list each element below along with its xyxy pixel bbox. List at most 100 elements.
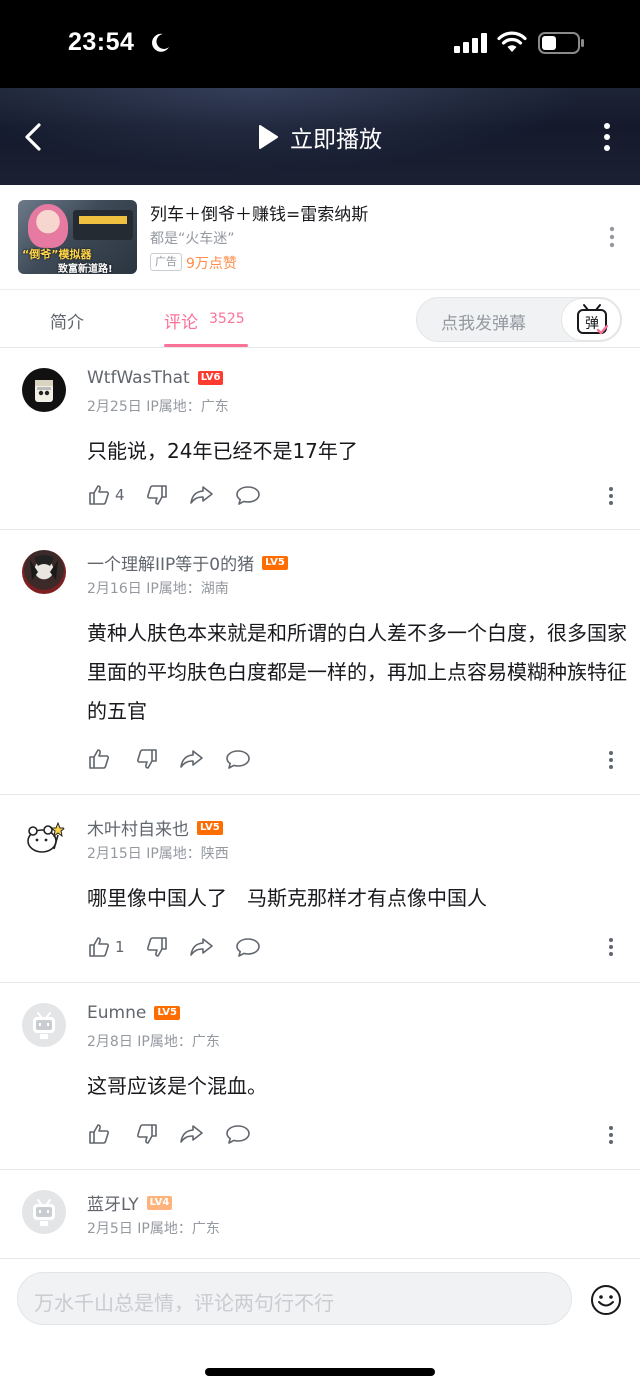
- comment-count: 3525: [209, 311, 245, 327]
- avatar[interactable]: [22, 550, 66, 594]
- comment-username[interactable]: WtfWasThat LV6: [87, 368, 224, 388]
- comment-more-icon[interactable]: [606, 937, 616, 957]
- comment-meta: 2月16日 IP属地：湖南: [87, 578, 229, 598]
- more-vertical-icon[interactable]: [597, 121, 617, 153]
- comment-meta: 2月15日 IP属地：陕西: [87, 843, 229, 863]
- comment-meta: 2月25日 IP属地：广东: [87, 396, 229, 416]
- dislike-button[interactable]: [135, 1122, 159, 1146]
- comment-actions: 1: [87, 934, 281, 960]
- reply-icon: [235, 486, 260, 505]
- ad-likes: 9万点赞: [186, 256, 237, 272]
- video-player-header[interactable]: 立即播放: [0, 88, 640, 185]
- comment-ip: IP属地：湖南: [146, 581, 229, 597]
- thumbs-down-icon: [146, 485, 167, 505]
- share-button[interactable]: [189, 935, 215, 959]
- reply-button[interactable]: [235, 483, 261, 507]
- avatar[interactable]: [22, 815, 66, 859]
- share-button[interactable]: [189, 483, 215, 507]
- danmaku-icon: 弹: [577, 304, 609, 335]
- comment-more-icon[interactable]: [606, 486, 616, 506]
- comment-actions: [87, 746, 271, 772]
- tab-bar: 简介 评论 3525 点我发弹幕 弹: [0, 289, 640, 348]
- danmaku-input[interactable]: 点我发弹幕 弹: [416, 297, 622, 342]
- avatar[interactable]: [22, 368, 66, 412]
- battery-icon: [538, 32, 584, 54]
- ad-thumbnail[interactable]: “倒爷”模拟器 致富新道路!: [18, 200, 137, 274]
- share-button[interactable]: [179, 1122, 205, 1146]
- emoji-icon[interactable]: [589, 1283, 623, 1317]
- comment-ip: IP属地：广东: [137, 1034, 220, 1050]
- username[interactable]: WtfWasThat: [87, 368, 190, 388]
- reply-icon: [226, 750, 250, 769]
- comment-text: 只能说，24年已经不是17年了: [87, 439, 358, 463]
- username[interactable]: 一个理解IIP等于0的猪: [87, 550, 254, 575]
- like-button[interactable]: [87, 747, 115, 771]
- milk-avatar-icon: [35, 380, 53, 402]
- play-now-label: 立即播放: [290, 127, 382, 153]
- danmaku-placeholder: 点我发弹幕: [441, 314, 526, 334]
- comment-date: 2月5日: [87, 1221, 133, 1237]
- share-icon: [189, 938, 213, 956]
- ad-thumbnail-character: [28, 204, 68, 248]
- ad-more-icon[interactable]: [606, 226, 618, 248]
- comment-text: 这哥应该是个混血。: [87, 1074, 267, 1098]
- ad-badge: 广告: [150, 253, 182, 271]
- tab-intro[interactable]: 简介: [50, 308, 84, 333]
- comment-username[interactable]: Eumne LV5: [87, 1003, 181, 1023]
- level-badge: LV6: [197, 371, 224, 385]
- avatar[interactable]: [22, 1190, 66, 1234]
- ad-card[interactable]: “倒爷”模拟器 致富新道路! 列车＋倒爷＋赚钱=雷索纳斯 都是“火车迷” 广告 …: [0, 185, 640, 289]
- tab-active-indicator: [164, 344, 248, 347]
- comment-username[interactable]: 木叶村自来也 LV5: [87, 815, 223, 840]
- share-icon: [180, 750, 203, 768]
- username[interactable]: 蓝牙LY: [87, 1190, 139, 1215]
- username[interactable]: 木叶村自来也: [87, 815, 189, 840]
- comment-item: Eumne LV5 2月8日 IP属地：广东 这哥应该是个混血。: [0, 983, 640, 1170]
- play-now-button[interactable]: 立即播放: [256, 118, 382, 156]
- thumbs-up-icon: [89, 749, 109, 769]
- comment-input[interactable]: 万水千山总是情，评论两句行不行: [17, 1272, 572, 1325]
- tab-comments[interactable]: 评论: [164, 308, 198, 333]
- avatar[interactable]: [22, 1003, 66, 1047]
- dislike-button[interactable]: [145, 483, 169, 507]
- comment-more-icon[interactable]: [606, 1125, 616, 1145]
- comment-username[interactable]: 蓝牙LY LV4: [87, 1190, 173, 1215]
- thumbs-up-icon: [89, 485, 109, 505]
- share-icon: [180, 1125, 203, 1143]
- comment-date: 2月8日: [87, 1034, 133, 1050]
- reply-button[interactable]: [225, 1122, 251, 1146]
- back-arrow-icon[interactable]: [20, 120, 48, 154]
- dislike-button[interactable]: [145, 935, 169, 959]
- like-button[interactable]: 4: [87, 483, 125, 507]
- comment-username[interactable]: 一个理解IIP等于0的猪 LV5: [87, 550, 288, 575]
- reply-button[interactable]: [235, 935, 261, 959]
- default-avatar-icon: [33, 1199, 55, 1226]
- comment-date: 2月25日: [87, 399, 142, 415]
- comment-input-bar: 万水千山总是情，评论两句行不行: [0, 1258, 640, 1387]
- comment-item: 木叶村自来也 LV5 2月15日 IP属地：陕西 哪里像中国人了 马斯克那样才有…: [0, 795, 640, 983]
- reply-icon: [226, 1125, 250, 1144]
- reply-icon: [235, 938, 260, 957]
- thumbs-down-icon: [137, 749, 157, 769]
- thumbs-up-icon: [89, 1124, 109, 1144]
- play-icon: [259, 125, 278, 149]
- danmaku-toggle-button[interactable]: 弹: [561, 298, 621, 341]
- comment-meta: 2月8日 IP属地：广东: [87, 1031, 220, 1051]
- default-avatar-icon: [33, 1012, 55, 1039]
- reply-button[interactable]: [225, 747, 251, 771]
- dislike-button[interactable]: [135, 747, 159, 771]
- like-button[interactable]: [87, 1122, 115, 1146]
- status-time: 23:54: [68, 28, 135, 56]
- ad-title[interactable]: 列车＋倒爷＋赚钱=雷索纳斯: [150, 200, 368, 225]
- level-badge: LV5: [154, 1006, 181, 1020]
- status-bar: 23:54: [0, 0, 640, 88]
- cellular-signal-icon: [454, 33, 487, 53]
- comment-more-icon[interactable]: [606, 750, 616, 770]
- comment-item: WtfWasThat LV6 2月25日 IP属地：广东 只能说，24年已经不是…: [0, 348, 640, 530]
- share-button[interactable]: [179, 747, 205, 771]
- like-count: 4: [115, 486, 125, 504]
- home-indicator: [205, 1368, 435, 1376]
- like-button[interactable]: 1: [87, 935, 125, 959]
- wifi-icon: [497, 31, 527, 52]
- username[interactable]: Eumne: [87, 1003, 146, 1023]
